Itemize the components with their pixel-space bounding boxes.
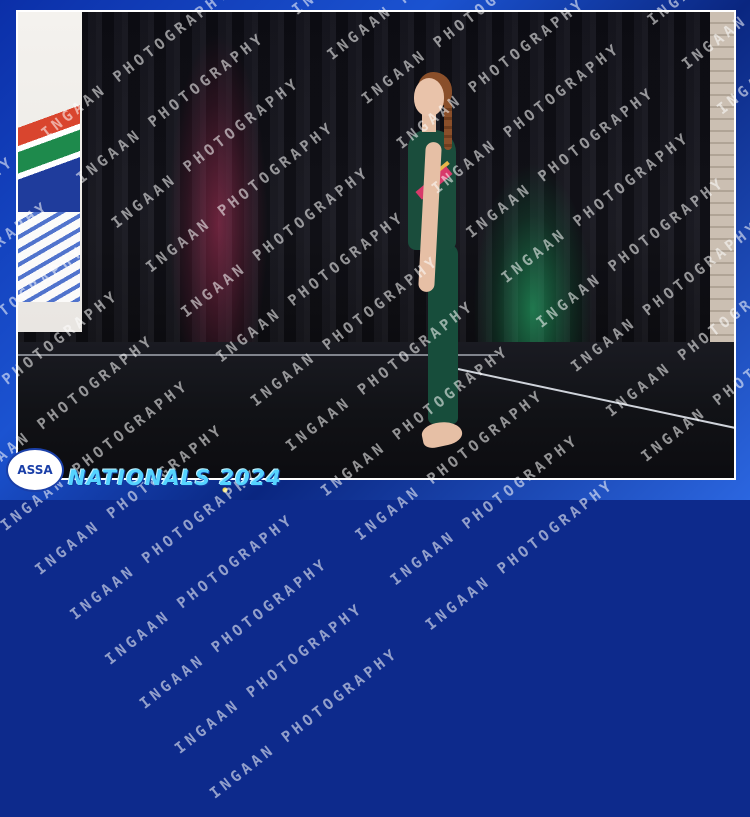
gymnast-head <box>414 78 444 116</box>
event-photo <box>16 10 736 480</box>
event-title: NATIONALS 2024 <box>68 466 282 490</box>
green-stage-light <box>473 162 593 372</box>
gymnast-figure <box>388 72 478 472</box>
flag-graphic <box>18 82 80 212</box>
brick-wall <box>710 12 734 392</box>
stage-floor <box>18 342 734 478</box>
gymnast-braid <box>444 102 452 150</box>
gymnast-neck <box>422 114 436 132</box>
banner-stripes <box>18 212 80 302</box>
red-stage-light <box>168 32 268 352</box>
event-banner <box>18 12 82 332</box>
logo-text: ASSA <box>17 463 53 477</box>
stage-curtain <box>18 12 734 362</box>
assa-logo: ASSA <box>6 448 64 492</box>
gymnast-foot <box>419 418 465 450</box>
